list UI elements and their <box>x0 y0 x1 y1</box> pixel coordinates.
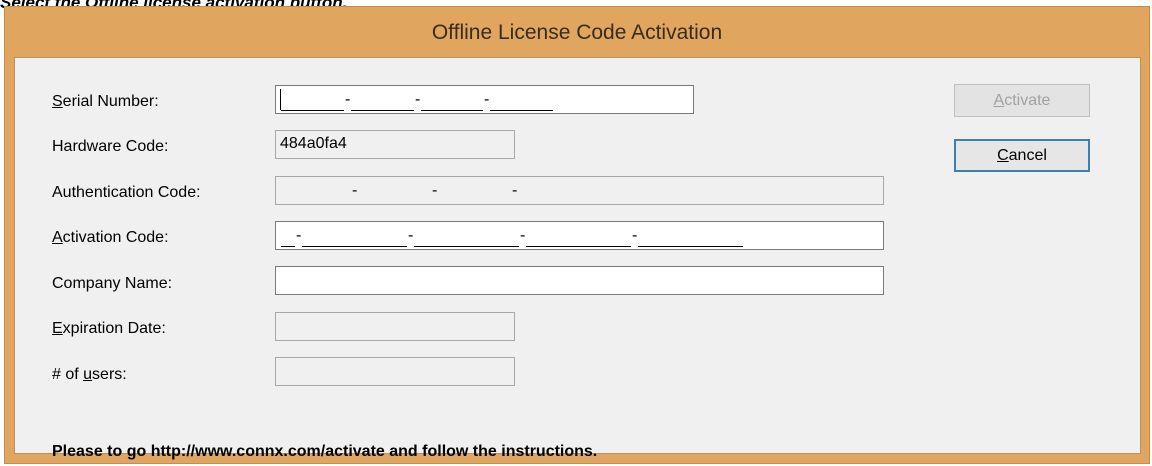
mask-segment <box>526 246 631 247</box>
company-name-input[interactable] <box>275 266 884 295</box>
mask-dash: - <box>345 91 351 108</box>
activate-button-mnemonic: A <box>993 92 1005 109</box>
dialog-client-area: Serial Number: - - - Hardware Code: 484a… <box>14 57 1141 460</box>
serial-number-input[interactable]: - - - <box>275 85 694 114</box>
mask-segment <box>490 110 553 111</box>
activation-code-label-rest: ctivation Code: <box>62 229 169 246</box>
num-users-label-rest: sers: <box>92 366 127 383</box>
cancel-button[interactable]: Cancel <box>954 139 1090 172</box>
expiration-date-label-rest: xpiration Date: <box>62 320 166 337</box>
serial-number-mask: - - - <box>281 90 553 112</box>
activation-code-mask: - - - - <box>281 226 743 248</box>
authentication-code-mask: - - - <box>281 181 517 203</box>
mask-segment <box>351 110 414 111</box>
serial-number-label-rest: erial Number: <box>62 93 159 110</box>
mask-dash: - <box>408 227 414 244</box>
activation-dialog: Offline License Code Activation Serial N… <box>4 6 1150 464</box>
cancel-button-rest: ancel <box>1008 147 1047 164</box>
mask-segment <box>414 246 519 247</box>
num-users-field <box>275 357 515 386</box>
mask-segment <box>302 246 407 247</box>
mask-dash: - <box>632 227 638 244</box>
hardware-code-label: Hardware Code: <box>52 138 169 155</box>
activate-button[interactable]: Activate <box>954 84 1090 117</box>
mask-dash: - <box>296 227 302 244</box>
mask-dash: - <box>352 182 358 199</box>
hardware-code-field: 484a0fa4 <box>275 130 515 159</box>
activation-code-input[interactable]: - - - - <box>275 221 884 250</box>
mask-segment <box>421 110 483 111</box>
num-users-label-mnemonic: u <box>83 366 93 383</box>
mask-dash: - <box>512 182 518 199</box>
serial-number-label: Serial Number: <box>52 93 159 111</box>
mask-dash: - <box>432 182 438 199</box>
mask-dash: - <box>484 91 490 108</box>
authentication-code-label: Authentication Code: <box>52 184 201 201</box>
mask-segment <box>281 110 344 111</box>
mask-dash: - <box>520 227 526 244</box>
num-users-label: # of users: <box>52 366 127 384</box>
serial-number-label-mnemonic: S <box>52 93 63 110</box>
activation-code-label: Activation Code: <box>52 229 169 247</box>
mask-dash: - <box>415 91 421 108</box>
expiration-date-label-mnemonic: E <box>52 320 63 337</box>
activation-code-label-mnemonic: A <box>52 229 63 246</box>
expiration-date-label: Expiration Date: <box>52 320 166 338</box>
expiration-date-field <box>275 312 515 341</box>
dialog-title: Offline License Code Activation <box>431 21 723 44</box>
activate-button-rest: ctivate <box>1004 92 1051 109</box>
num-users-label-start: # of <box>52 366 84 383</box>
cancel-button-mnemonic: C <box>997 147 1009 164</box>
mask-segment <box>638 246 743 247</box>
mask-segment <box>281 246 295 247</box>
company-name-label: Company Name: <box>52 275 173 292</box>
instruction-text: Please to go http://www.connx.com/activa… <box>52 443 598 460</box>
authentication-code-field: - - - <box>275 176 884 205</box>
